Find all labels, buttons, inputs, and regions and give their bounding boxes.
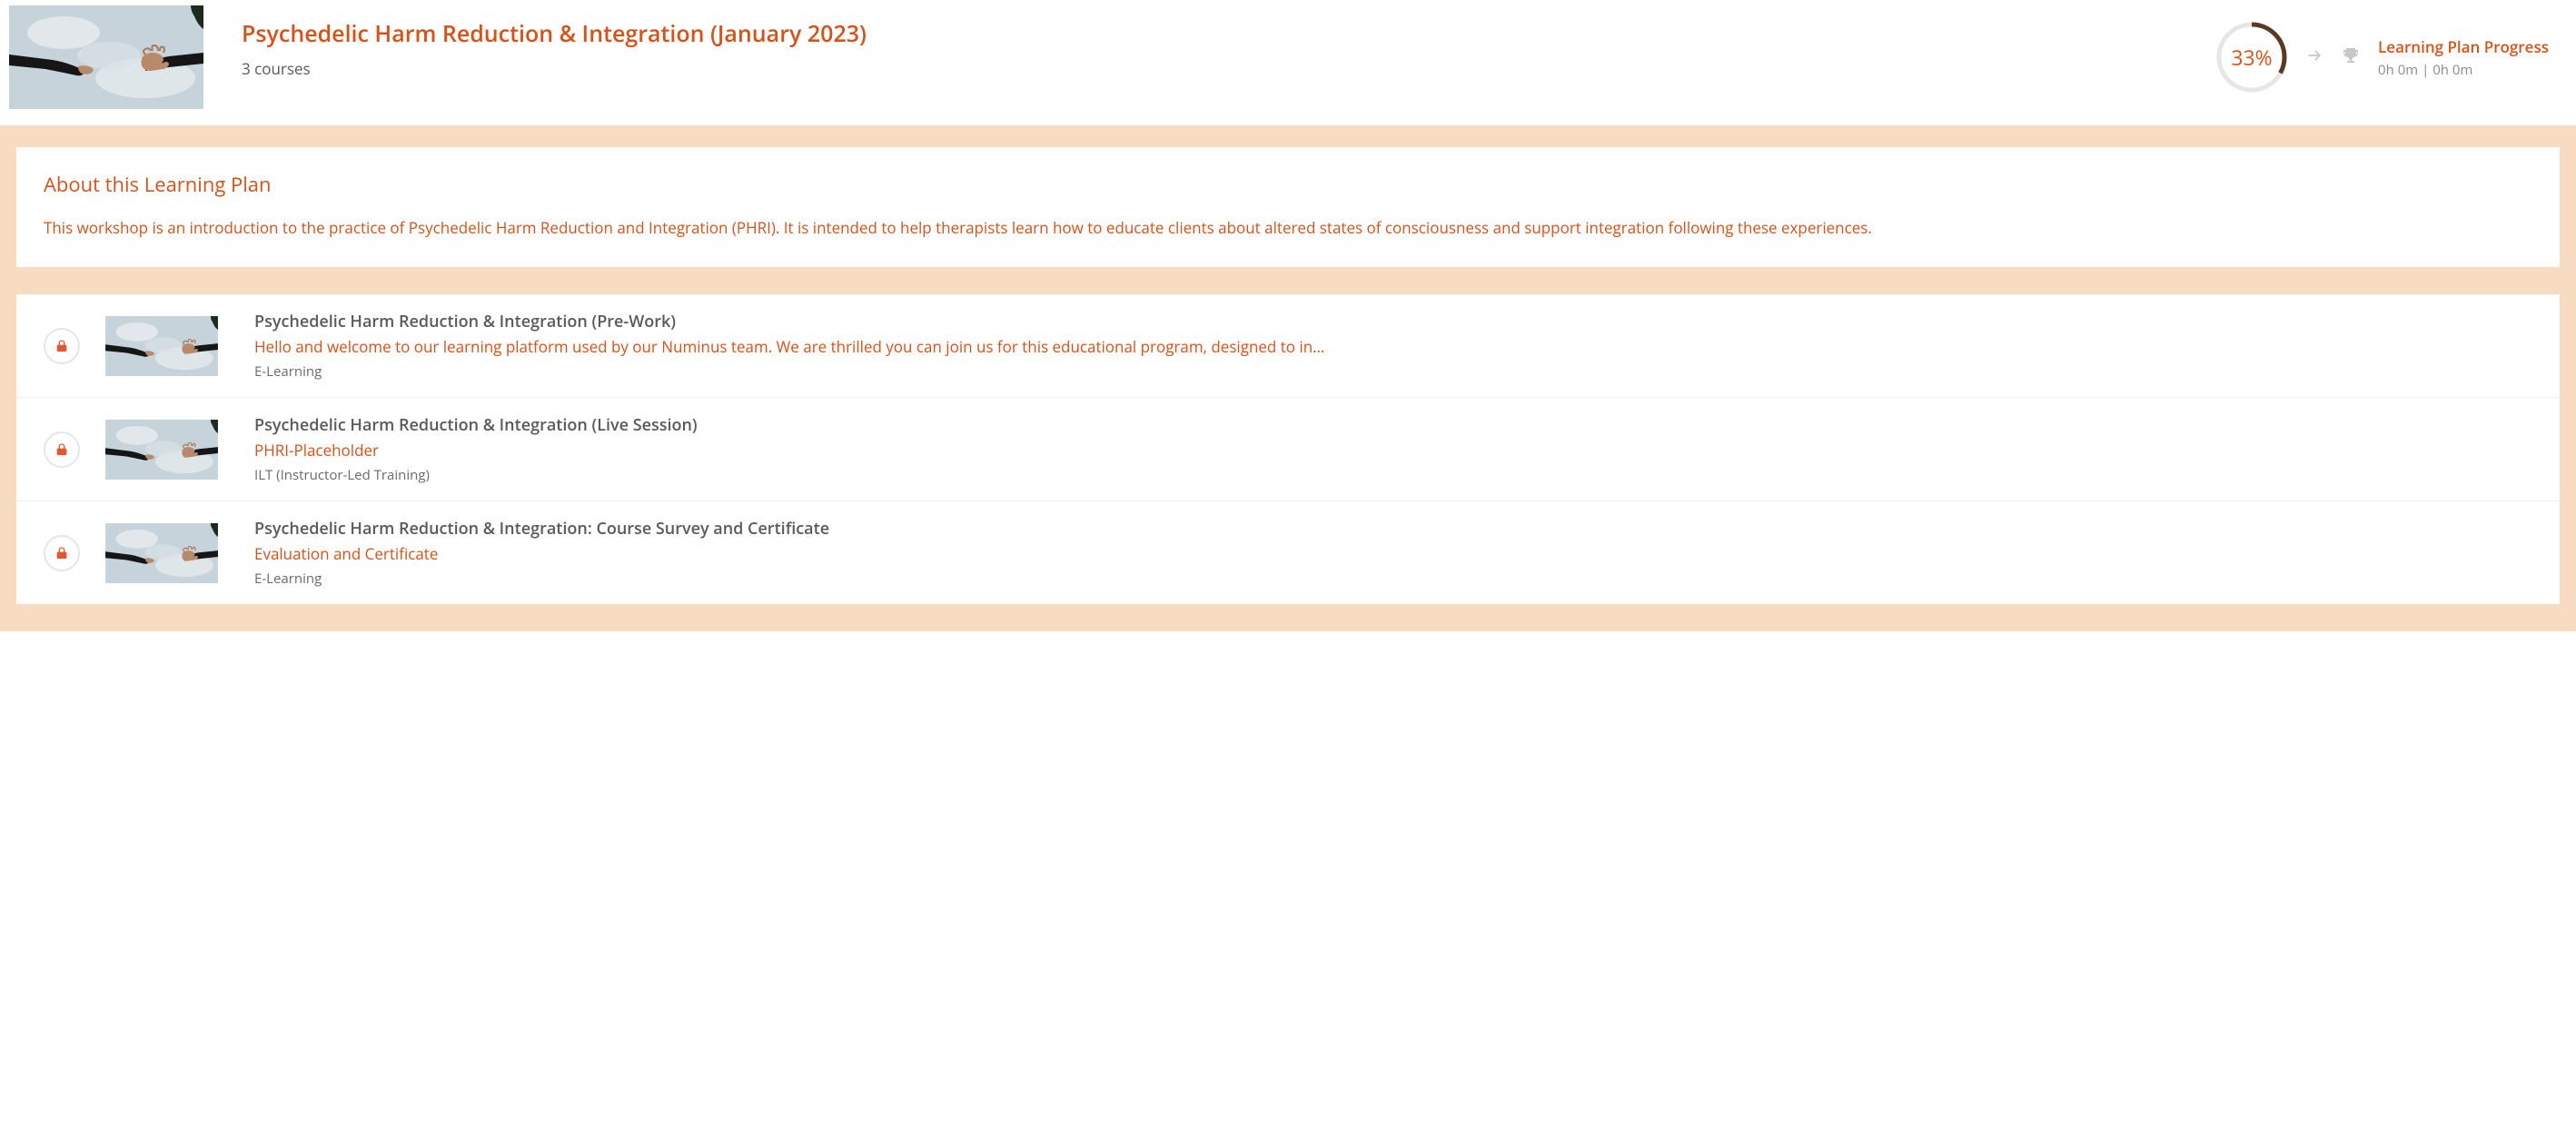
progress-ring: 33% [2214,20,2289,94]
progress-title: Learning Plan Progress [2378,36,2549,57]
course-thumb [104,523,220,583]
progress-percent: 33% [2214,20,2289,94]
progress-labels: Learning Plan Progress 0h 0m | 0h 0m [2378,36,2549,79]
course-type: E-Learning [254,362,2532,381]
about-heading: About this Learning Plan [44,171,2532,198]
course-title: Psychedelic Harm Reduction & Integration… [254,518,2532,540]
plan-subtitle: 3 courses [242,58,2214,79]
about-description: This workshop is an introduction to the … [44,216,2532,240]
course-thumb [104,316,220,376]
course-thumb [104,420,220,480]
course-info: Psychedelic Harm Reduction & Integration… [254,518,2532,588]
plan-title: Psychedelic Harm Reduction & Integration… [242,18,2214,49]
progress-time: 0h 0m | 0h 0m [2378,61,2549,79]
plan-header-text: Psychedelic Harm Reduction & Integration… [242,5,2214,79]
arrow-right-icon [2305,46,2323,69]
trophy-icon [2340,45,2362,71]
course-info: Psychedelic Harm Reduction & Integration… [254,311,2532,381]
course-row[interactable]: Psychedelic Harm Reduction & Integration… [16,501,2560,604]
course-title: Psychedelic Harm Reduction & Integration… [254,414,2532,436]
course-description: Hello and welcome to our learning platfo… [254,336,2532,357]
plan-hero-image [9,5,203,109]
about-card: About this Learning Plan This workshop i… [16,147,2560,267]
course-row[interactable]: Psychedelic Harm Reduction & Integration… [16,398,2560,501]
progress-block: 33% Learning Plan Progress 0h 0m | 0h 0m [2214,5,2567,94]
course-row[interactable]: Psychedelic Harm Reduction & Integration… [16,294,2560,398]
plan-header: Psychedelic Harm Reduction & Integration… [0,0,2576,125]
course-description: Evaluation and Certificate [254,543,2532,564]
course-type: E-Learning [254,570,2532,588]
lock-icon [44,535,80,571]
lock-icon [44,328,80,364]
lock-icon [44,431,80,468]
course-description: PHRI-Placeholder [254,440,2532,461]
course-info: Psychedelic Harm Reduction & Integration… [254,414,2532,484]
course-title: Psychedelic Harm Reduction & Integration… [254,311,2532,332]
body-wrap: About this Learning Plan This workshop i… [0,125,2576,631]
course-type: ILT (Instructor-Led Training) [254,466,2532,484]
course-list: Psychedelic Harm Reduction & Integration… [16,294,2560,604]
